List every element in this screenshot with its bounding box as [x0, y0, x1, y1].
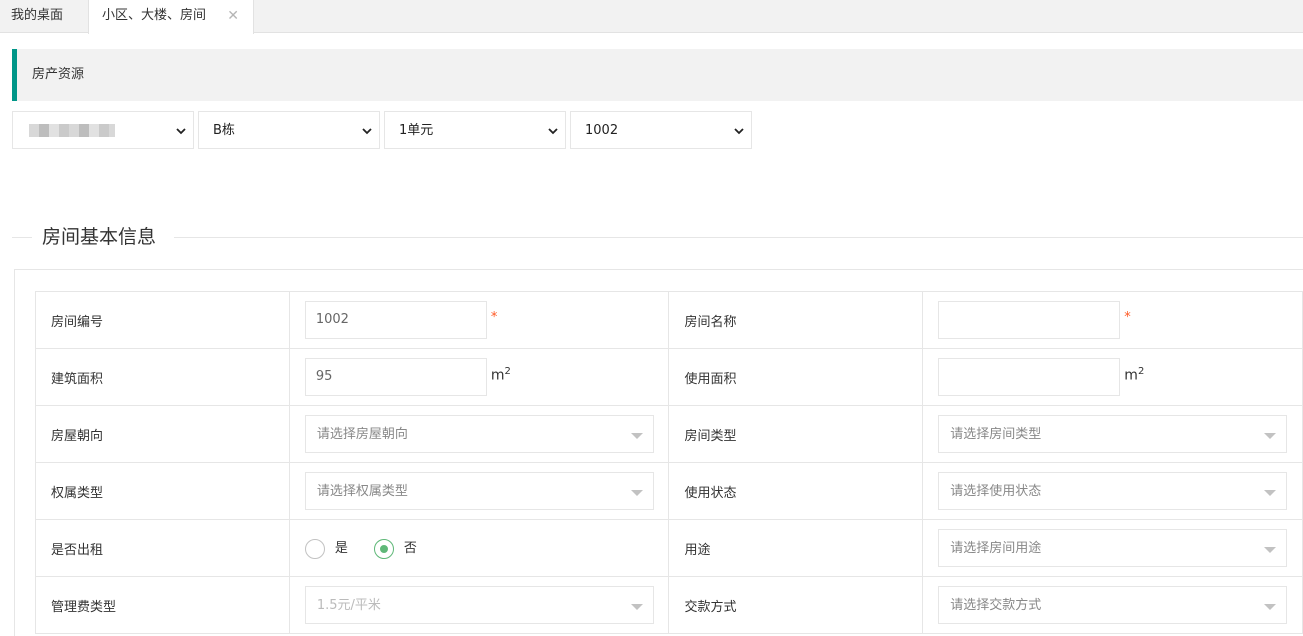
- build-area-label: 建筑面积: [35, 348, 290, 406]
- use-area-input[interactable]: [938, 358, 1121, 396]
- area-unit: m2: [491, 366, 511, 384]
- radio-label: 否: [403, 541, 417, 556]
- required-mark: *: [490, 310, 498, 325]
- room-type-select[interactable]: 请选择房间类型: [938, 415, 1288, 453]
- purpose-placeholder: 请选择房间用途: [950, 541, 1042, 556]
- ownership-cell: 请选择权属类型: [288, 462, 670, 520]
- caret-down-icon: [1264, 433, 1277, 439]
- area-unit: m2: [1124, 366, 1144, 384]
- caret-down-icon: [630, 604, 643, 610]
- table-row: 管理费类型 1.5元/平米 交款方式 请选择交款方式: [35, 576, 1303, 634]
- unit-select[interactable]: 1单元: [384, 111, 566, 149]
- use-area-label: 使用面积: [668, 348, 924, 406]
- building-select[interactable]: B栋: [198, 111, 380, 149]
- payment-cell: 请选择交款方式: [922, 576, 1303, 634]
- caret-down-icon: [1264, 547, 1277, 553]
- radio-ring: [304, 539, 325, 559]
- community-select[interactable]: [12, 111, 194, 149]
- room-name-input[interactable]: [938, 301, 1121, 339]
- fieldset-title: 房间基本信息: [42, 226, 157, 248]
- building-select-value: B栋: [213, 123, 235, 138]
- room-info-form: 房间编号 1002 * 房间名称 * 建筑面积 95 m2 使用面积 m2 房屋…: [35, 291, 1303, 634]
- tab-community-building-room[interactable]: 小区、大楼、房间 ✕: [88, 0, 254, 34]
- orientation-placeholder: 请选择房屋朝向: [316, 427, 408, 442]
- fieldset-line-right: [174, 237, 1303, 238]
- chevron-down-icon: [548, 128, 558, 135]
- section-title-bar: 房产资源: [12, 49, 1303, 101]
- caret-down-icon: [630, 490, 643, 496]
- table-row: 房间编号 1002 * 房间名称 *: [35, 291, 1303, 349]
- room-no-input[interactable]: 1002: [304, 301, 487, 339]
- room-select-value: 1002: [585, 123, 619, 138]
- room-name-cell: *: [922, 291, 1303, 349]
- ownership-select[interactable]: 请选择权属类型: [304, 472, 654, 510]
- close-icon[interactable]: ✕: [227, 0, 239, 32]
- ownership-placeholder: 请选择权属类型: [316, 484, 408, 499]
- unit-base: m: [1124, 367, 1138, 384]
- use-status-label: 使用状态: [668, 462, 924, 520]
- orientation-label: 房屋朝向: [35, 405, 290, 463]
- purpose-label: 用途: [668, 519, 924, 577]
- caret-down-icon: [1264, 604, 1277, 610]
- ownership-label: 权属类型: [35, 462, 290, 520]
- mgmt-fee-label: 管理费类型: [35, 576, 290, 634]
- room-no-cell: 1002 *: [288, 291, 670, 349]
- unit-sup: 2: [1137, 366, 1145, 377]
- unit-sup: 2: [504, 366, 511, 377]
- mgmt-fee-value: 1.5元/平米: [316, 598, 381, 613]
- rented-label: 是否出租: [35, 519, 290, 577]
- purpose-select[interactable]: 请选择房间用途: [938, 529, 1288, 567]
- room-no-label: 房间编号: [35, 291, 290, 349]
- table-row: 是否出租 是 否 用途 请选择房间用途: [35, 519, 1303, 577]
- orientation-cell: 请选择房屋朝向: [288, 405, 670, 463]
- chevron-down-icon: [362, 128, 372, 135]
- chevron-down-icon: [176, 128, 186, 135]
- table-row: 权属类型 请选择权属类型 使用状态 请选择使用状态: [35, 462, 1303, 520]
- tab-my-desktop[interactable]: 我的桌面: [0, 0, 88, 33]
- room-type-cell: 请选择房间类型: [922, 405, 1303, 463]
- room-name-label: 房间名称: [668, 291, 924, 349]
- room-type-placeholder: 请选择房间类型: [950, 427, 1042, 442]
- use-status-placeholder: 请选择使用状态: [950, 484, 1042, 499]
- room-type-label: 房间类型: [668, 405, 924, 463]
- use-area-cell: m2: [922, 348, 1303, 406]
- payment-select[interactable]: 请选择交款方式: [938, 586, 1288, 624]
- build-area-input[interactable]: 95: [304, 358, 487, 396]
- payment-label: 交款方式: [668, 576, 924, 634]
- table-row: 建筑面积 95 m2 使用面积 m2: [35, 348, 1303, 406]
- blurred-community-name: [29, 124, 115, 137]
- radio-label: 是: [334, 541, 348, 556]
- chevron-down-icon: [734, 128, 744, 135]
- required-mark: *: [1124, 310, 1131, 325]
- fieldset-line-left: [12, 237, 32, 238]
- mgmt-fee-select[interactable]: 1.5元/平米: [304, 586, 654, 624]
- use-status-cell: 请选择使用状态: [922, 462, 1303, 520]
- section-title: 房产资源: [32, 67, 85, 82]
- radio-ring: [373, 539, 394, 559]
- caret-down-icon: [630, 433, 643, 439]
- tab-label: 小区、大楼、房间: [102, 8, 207, 23]
- room-select[interactable]: 1002: [570, 111, 752, 149]
- orientation-select[interactable]: 请选择房屋朝向: [304, 415, 654, 453]
- use-status-select[interactable]: 请选择使用状态: [938, 472, 1288, 510]
- payment-placeholder: 请选择交款方式: [950, 598, 1042, 613]
- mgmt-fee-cell: 1.5元/平米: [288, 576, 670, 634]
- tab-bar: 我的桌面 小区、大楼、房间 ✕: [0, 0, 1303, 34]
- unit-select-value: 1单元: [399, 123, 434, 138]
- rented-cell: 是 否: [288, 519, 670, 577]
- caret-down-icon: [1264, 490, 1277, 496]
- unit-base: m: [490, 367, 505, 384]
- build-area-cell: 95 m2: [288, 348, 670, 406]
- table-row: 房屋朝向 请选择房屋朝向 房间类型 请选择房间类型: [35, 405, 1303, 463]
- purpose-cell: 请选择房间用途: [922, 519, 1303, 577]
- tab-label: 我的桌面: [11, 8, 64, 23]
